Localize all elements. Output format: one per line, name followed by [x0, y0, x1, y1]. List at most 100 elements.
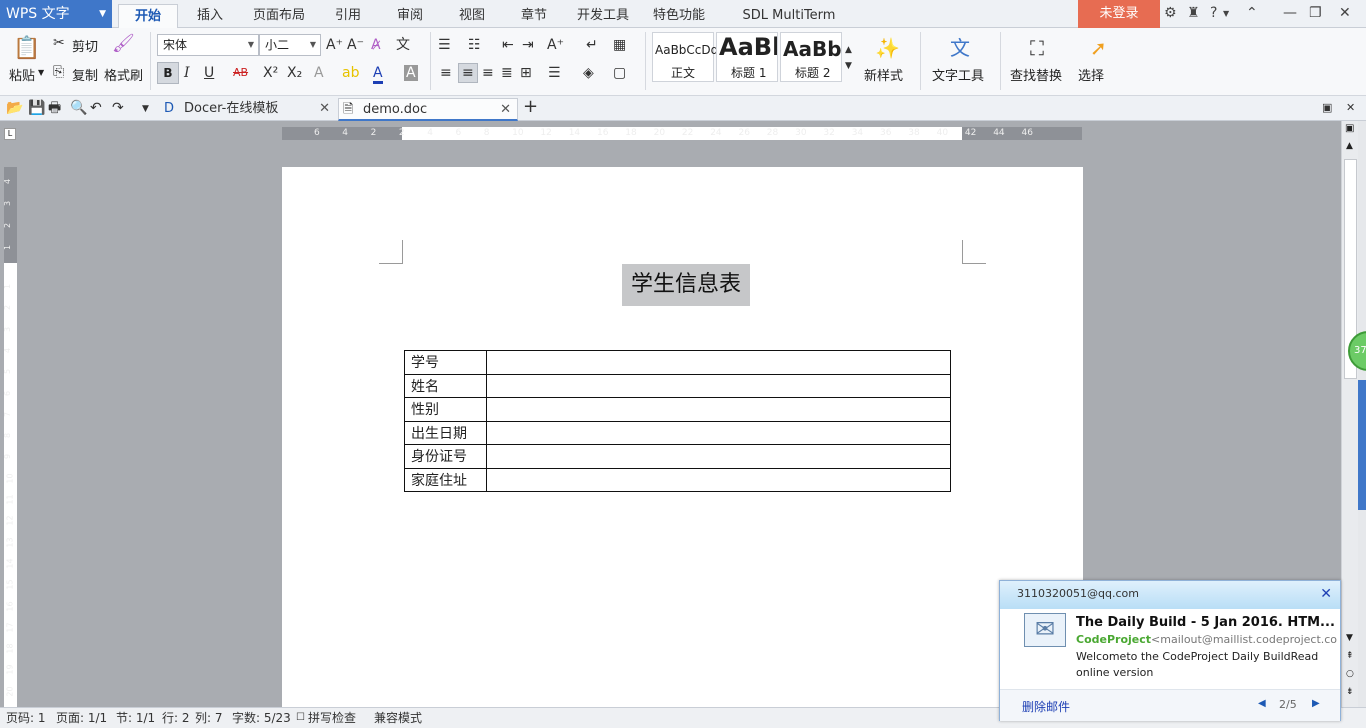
- document-title[interactable]: 学生信息表: [622, 264, 750, 306]
- table-label-cell[interactable]: 学号: [404, 350, 487, 375]
- grow-font-icon[interactable]: A⁺: [326, 37, 343, 53]
- table-value-cell[interactable]: [486, 373, 951, 398]
- superscript-button[interactable]: X²: [263, 65, 278, 81]
- font-family-select[interactable]: 宋体 ▼: [157, 34, 259, 56]
- text-size-icon[interactable]: A⁺: [547, 37, 564, 53]
- close-icon[interactable]: ✕: [319, 98, 330, 120]
- bold-button[interactable]: B: [157, 62, 179, 84]
- open-icon[interactable]: 📂: [6, 100, 23, 116]
- paragraph-mark-icon[interactable]: ↵: [586, 37, 598, 53]
- new-tab-icon[interactable]: +: [523, 98, 538, 116]
- tab-list-icon[interactable]: ▣: [1322, 100, 1332, 116]
- scroll-top-icon[interactable]: ▣: [1345, 123, 1354, 134]
- print-preview-icon[interactable]: 🔍: [70, 100, 87, 116]
- select-browse-icon[interactable]: ○: [1346, 669, 1354, 679]
- chevron-down-icon[interactable]: ▼: [1223, 9, 1229, 18]
- settings-icon[interactable]: ⚙: [1164, 5, 1177, 21]
- vertical-scrollbar[interactable]: ▣ ▲ ▼ ⇞ ○ ⇟: [1341, 121, 1358, 707]
- close-doc-icon[interactable]: ✕: [1346, 100, 1355, 116]
- decrease-indent-icon[interactable]: ⇤: [502, 37, 514, 53]
- help-button[interactable]: ?: [1210, 5, 1217, 21]
- mail-notification[interactable]: 3110320051@qq.com ✕ ✉ The Daily Build - …: [999, 580, 1341, 721]
- save-icon[interactable]: 💾: [28, 100, 45, 116]
- doc-tab-docer[interactable]: D Docer-在线模板 ✕: [160, 98, 336, 121]
- table-grid-icon[interactable]: ▦: [613, 37, 626, 53]
- char-shading-icon[interactable]: A: [404, 65, 418, 81]
- table-value-cell[interactable]: [486, 397, 951, 422]
- text-effect-icon[interactable]: A: [314, 65, 324, 81]
- numbering-icon[interactable]: ☷: [468, 37, 481, 53]
- chevron-down-icon[interactable]: ▼: [38, 68, 44, 77]
- tab-insert[interactable]: 插入: [184, 4, 236, 28]
- align-right-icon[interactable]: ≡: [482, 65, 494, 81]
- select-button[interactable]: 选择: [1078, 65, 1104, 84]
- redo-icon[interactable]: ↷: [112, 100, 124, 116]
- prev-page-icon[interactable]: ⇞: [1346, 651, 1354, 661]
- app-menu-button[interactable]: WPS 文字 ▼: [0, 0, 112, 28]
- table-value-cell[interactable]: [486, 444, 951, 469]
- spellcheck-checkbox-icon[interactable]: ☐: [296, 708, 305, 728]
- clear-format-icon[interactable]: A̷: [371, 37, 381, 53]
- shrink-font-icon[interactable]: A⁻: [347, 37, 364, 53]
- status-word-count[interactable]: 字数: 5/23: [232, 708, 291, 728]
- tab-developer[interactable]: 开发工具: [570, 4, 636, 28]
- side-panel-toggle[interactable]: [1358, 380, 1366, 510]
- mail-subject[interactable]: The Daily Build - 5 Jan 2016. HTM...: [1076, 615, 1336, 630]
- table-label-cell[interactable]: 身份证号: [404, 444, 487, 469]
- cut-button[interactable]: 剪切: [72, 36, 98, 55]
- close-icon[interactable]: ✕: [500, 99, 511, 121]
- text-tools-button[interactable]: 文字工具: [932, 65, 984, 84]
- table-value-cell[interactable]: [486, 467, 951, 492]
- vertical-ruler[interactable]: 4 3 2 1 1 2 3 4 5 6 7 8 9 10 11 12 13 14 15 16 17 18 19 20: [3, 167, 17, 707]
- paste-button[interactable]: 粘贴: [9, 65, 35, 84]
- spellcheck-button[interactable]: 拼写检查: [308, 708, 356, 728]
- close-icon[interactable]: ✕: [1320, 581, 1332, 607]
- borders-icon[interactable]: ▢: [613, 65, 626, 81]
- minimize-icon[interactable]: —: [1283, 5, 1297, 21]
- align-center-icon[interactable]: ≡: [458, 63, 478, 83]
- skin-icon[interactable]: ♜: [1187, 5, 1200, 21]
- line-spacing-icon[interactable]: ☰: [548, 65, 561, 81]
- scroll-up-icon[interactable]: ▲: [1346, 141, 1353, 151]
- strikethrough-button[interactable]: AB: [233, 65, 248, 81]
- table-label-cell[interactable]: 姓名: [404, 373, 487, 398]
- tab-home[interactable]: 开始: [118, 4, 178, 28]
- underline-button[interactable]: U: [204, 65, 214, 81]
- undo-icon[interactable]: ↶: [90, 100, 102, 116]
- align-left-icon[interactable]: ≡: [440, 65, 452, 81]
- tab-page-layout[interactable]: 页面布局: [246, 4, 312, 28]
- style-heading-2[interactable]: AaBbC 标题 2: [780, 32, 842, 82]
- tab-references[interactable]: 引用: [322, 4, 374, 28]
- doc-tab-demo[interactable]: 🗎 demo.doc ✕: [338, 98, 518, 121]
- chevron-down-icon[interactable]: ▼: [142, 101, 149, 117]
- find-replace-button[interactable]: 查找替换: [1010, 65, 1062, 84]
- tab-chapter[interactable]: 章节: [508, 4, 560, 28]
- tab-sdl-multiterm[interactable]: SDL MultiTerm 2011: [724, 4, 854, 47]
- table-value-cell[interactable]: [486, 420, 951, 445]
- paste-icon[interactable]: 📋: [13, 36, 40, 62]
- table-label-cell[interactable]: 家庭住址: [404, 467, 487, 492]
- login-button[interactable]: 未登录: [1078, 0, 1160, 28]
- format-painter-button[interactable]: 格式刷: [104, 65, 143, 84]
- next-page-icon[interactable]: ⇟: [1346, 687, 1354, 697]
- highlight-icon[interactable]: ab: [342, 65, 359, 81]
- font-color-button[interactable]: A: [373, 65, 383, 84]
- table-value-cell[interactable]: [486, 350, 951, 375]
- increase-indent-icon[interactable]: ⇥: [522, 37, 534, 53]
- new-style-button[interactable]: 新样式: [864, 65, 903, 84]
- bullets-icon[interactable]: ☰: [438, 37, 451, 53]
- delete-mail-link[interactable]: 删除邮件: [1022, 698, 1070, 715]
- scroll-down-icon[interactable]: ▼: [1346, 633, 1353, 643]
- italic-button[interactable]: I: [184, 65, 190, 81]
- student-info-table[interactable]: 学号 姓名 性别 出生日期 身份证号 家庭住址: [404, 350, 951, 492]
- tab-stop-selector[interactable]: L: [4, 128, 16, 140]
- tab-view[interactable]: 视图: [446, 4, 498, 28]
- justify-icon[interactable]: ≣: [501, 65, 513, 81]
- collapse-ribbon-icon[interactable]: ⌃: [1246, 5, 1258, 21]
- restore-icon[interactable]: ❐: [1309, 5, 1322, 21]
- style-heading-1[interactable]: AaBb 标题 1: [716, 32, 778, 82]
- horizontal-ruler[interactable]: 6 4 2 2 4 6 8 10 12 14 16 18 20 22 24 26 28 30 32 34 36 38 40 4…: [282, 127, 1082, 140]
- tab-review[interactable]: 审阅: [384, 4, 436, 28]
- close-icon[interactable]: ✕: [1339, 5, 1351, 21]
- phonetic-icon[interactable]: 文: [396, 37, 410, 53]
